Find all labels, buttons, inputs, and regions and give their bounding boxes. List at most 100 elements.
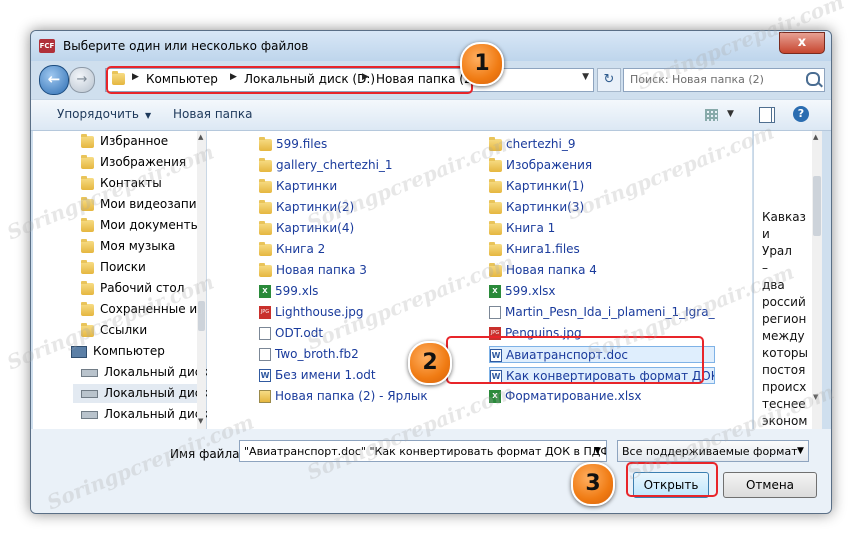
file-name: Картинки(3) xyxy=(506,200,585,214)
file-item[interactable]: Книга 2 xyxy=(259,241,459,258)
refresh-button[interactable]: ↻ xyxy=(597,68,621,92)
nav-item-saved-games[interactable]: Сохраненные иг xyxy=(81,301,204,316)
preview-line: теснее xyxy=(762,397,806,411)
file-item[interactable]: 599.files xyxy=(259,136,459,153)
file-item[interactable]: Картинки(1) xyxy=(489,178,715,195)
close-button[interactable]: x xyxy=(779,32,825,54)
scroll-thumb[interactable] xyxy=(813,176,821,236)
folder-icon xyxy=(489,220,502,235)
file-name: chertezhi_9 xyxy=(506,137,576,151)
nav-item-my-videos[interactable]: Мои видеозапис xyxy=(81,196,203,211)
chevron-up-icon[interactable]: ▲ xyxy=(813,133,818,141)
file-item[interactable]: Картинки(4) xyxy=(259,220,459,237)
new-folder-button[interactable]: Новая папка xyxy=(173,107,252,121)
refresh-icon: ↻ xyxy=(603,72,615,87)
file-item[interactable]: Изображения xyxy=(489,157,715,174)
marker-address-highlight xyxy=(106,66,473,94)
nav-item-links[interactable]: Ссылки xyxy=(81,322,147,337)
nav-item-local-disk-2[interactable]: Локальный диск xyxy=(73,384,209,403)
arrow-right-icon: → xyxy=(76,72,88,87)
file-name: ODT.odt xyxy=(275,326,324,340)
computer-icon xyxy=(71,345,87,358)
app-icon: FCF xyxy=(39,39,55,53)
file-item[interactable]: Картинки(3) xyxy=(489,199,715,216)
cancel-button[interactable]: Отмена xyxy=(723,472,817,498)
file-name: Новая папка 3 xyxy=(276,263,367,277)
excel-icon: X xyxy=(489,390,501,403)
command-bar: Упорядочить ▼ Новая папка ▼ ? xyxy=(31,99,831,131)
preview-line: Кавказ xyxy=(762,210,806,224)
filename-label: Имя файла: xyxy=(170,447,244,461)
chevron-down-icon[interactable]: ▼ xyxy=(582,72,589,82)
preview-scrollbar[interactable]: ▲ ▼ xyxy=(812,131,822,429)
folder-icon xyxy=(259,136,272,151)
marker-files-highlight xyxy=(446,336,704,384)
nav-scrollbar[interactable]: ▲ ▼ xyxy=(197,131,206,429)
nav-item-favorites[interactable]: Избранное xyxy=(81,133,168,148)
file-item[interactable]: Книга1.files xyxy=(489,241,715,258)
preview-pane-icon[interactable] xyxy=(759,107,775,123)
file-item[interactable]: ODT.odt xyxy=(259,325,459,342)
nav-item-desktop[interactable]: Рабочий стол xyxy=(81,280,184,295)
close-icon: x xyxy=(797,35,807,50)
organize-button[interactable]: Упорядочить ▼ xyxy=(57,107,151,121)
folder-icon xyxy=(81,322,94,337)
preview-line: два xyxy=(762,278,785,292)
file-item[interactable]: X 599.xlsx xyxy=(489,283,715,300)
file-item[interactable]: JPG Lighthouse.jpg xyxy=(259,304,459,321)
file-item[interactable]: Новая папка 3 xyxy=(259,262,459,279)
chevron-down-icon: ▼ xyxy=(144,111,152,120)
search-icon xyxy=(806,72,820,86)
file-name: Martin_Pesn_Ida_i_plameni_1_Igra_p... xyxy=(505,305,715,319)
chevron-up-icon[interactable]: ▲ xyxy=(198,133,203,141)
nav-item-computer[interactable]: Компьютер xyxy=(71,344,165,358)
file-item[interactable]: X 599.xls xyxy=(259,283,459,300)
file-name: Картинки xyxy=(276,179,338,193)
nav-item-searches[interactable]: Поиски xyxy=(81,259,146,274)
nav-item-local-disk-3[interactable]: Локальный диск xyxy=(81,407,209,421)
chevron-down-icon[interactable]: ▼ xyxy=(813,393,818,401)
excel-icon: X xyxy=(259,285,271,298)
file-item[interactable]: Книга 1 xyxy=(489,220,715,237)
nav-item-my-documents[interactable]: Мои документы xyxy=(81,217,200,232)
preview-text: Кавказ и Урал – два россий регион между которы по… xyxy=(762,209,808,430)
chevron-down-icon[interactable]: ▼ xyxy=(594,446,601,456)
nav-item-pictures[interactable]: Изображения xyxy=(81,154,186,169)
help-icon[interactable]: ? xyxy=(793,106,809,122)
folder-icon xyxy=(489,199,502,214)
nav-item-contacts[interactable]: Контакты xyxy=(81,175,162,190)
search-box[interactable]: Поиск: Новая папка (2) xyxy=(623,68,825,92)
folder-icon xyxy=(489,241,502,256)
step-badge-3: 3 xyxy=(571,462,615,506)
view-options-icon[interactable] xyxy=(705,109,718,121)
file-name: 599.files xyxy=(276,137,328,151)
file-item[interactable]: gallery_chertezhi_1 xyxy=(259,157,459,174)
forward-button[interactable]: → xyxy=(69,67,95,93)
file-item[interactable]: Martin_Pesn_Ida_i_plameni_1_Igra_p... xyxy=(489,304,715,321)
folder-icon xyxy=(489,157,502,172)
step-badge-2: 2 xyxy=(408,341,452,385)
file-name: Без имени 1.odt xyxy=(275,368,376,382)
file-name: Картинки(4) xyxy=(276,221,355,235)
file-item[interactable]: Новая папка (2) - Ярлык xyxy=(259,388,459,405)
scroll-thumb[interactable] xyxy=(198,301,205,331)
file-item[interactable]: chertezhi_9 xyxy=(489,136,715,153)
folder-icon xyxy=(81,217,94,232)
filename-input[interactable]: "Авиатранспорт.doc" "Как конвертировать … xyxy=(239,440,607,462)
chevron-down-icon[interactable]: ▼ xyxy=(198,417,203,425)
nav-item-local-disk-1[interactable]: Локальный диск xyxy=(81,365,209,379)
folder-icon xyxy=(259,157,272,172)
file-item[interactable]: Картинки(2) xyxy=(259,199,459,216)
file-name: Книга1.files xyxy=(506,242,580,256)
back-button[interactable]: ← xyxy=(39,65,69,95)
file-item[interactable]: X Форматирование.xlsx xyxy=(489,388,715,405)
search-input[interactable]: Поиск: Новая папка (2) xyxy=(630,73,764,86)
file-item[interactable]: Картинки xyxy=(259,178,459,195)
file-item[interactable]: Новая папка 4 xyxy=(489,262,715,279)
file-type-select[interactable]: Все поддерживаемые формат xyxy=(617,440,809,462)
nav-item-my-music[interactable]: Моя музыка xyxy=(81,238,175,253)
chevron-down-icon[interactable]: ▼ xyxy=(797,446,804,456)
preview-line: эконом xyxy=(762,414,808,428)
chevron-down-icon[interactable]: ▼ xyxy=(727,109,734,119)
file-name: Lighthouse.jpg xyxy=(275,305,364,319)
